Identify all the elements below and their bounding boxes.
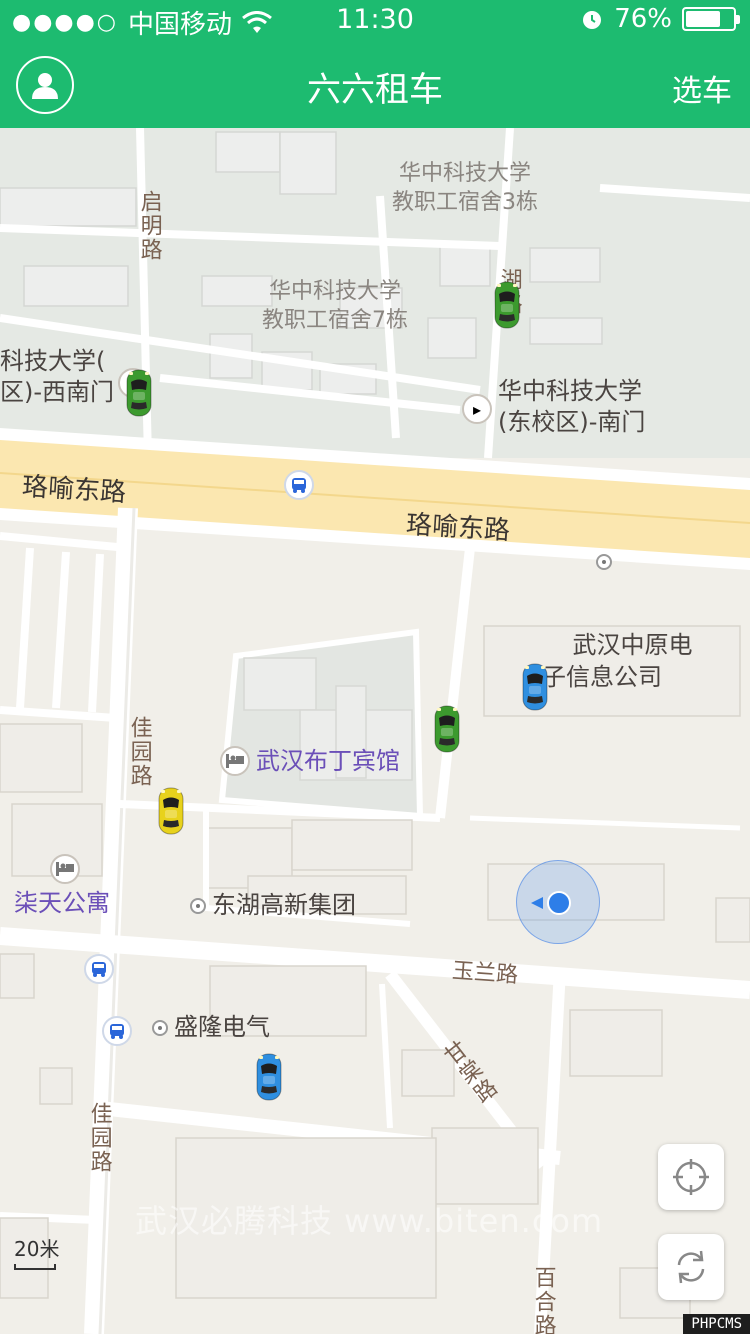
poi-zhongyuan: 武汉中原电 子信息公司: [542, 554, 693, 724]
location-dot-icon: [547, 891, 571, 915]
poi-shenglong: 盛隆电气: [152, 1012, 270, 1043]
crosshair-icon: [673, 1159, 709, 1195]
poi-zhongyuan-text: 武汉中原电 子信息公司: [542, 631, 693, 691]
poi-south-gate: 华中科技大学 (东校区)-南门: [498, 377, 646, 437]
car-marker[interactable]: [492, 280, 522, 330]
map-view[interactable]: 启明路 湖路 珞喻东路 珞喻东路 佳园路 佳园路 玉兰路 甘棠路 百合路 华中科…: [0, 128, 750, 1334]
poi-dorm-7: 华中科技大学 教职工宿舍7栋: [262, 279, 408, 333]
car-marker[interactable]: [432, 704, 462, 754]
bus-stop-icon[interactable]: [284, 470, 314, 500]
poi-west-gate: 科技大学( 区)-西南门: [0, 347, 115, 407]
poi-shenglong-text: 盛隆电气: [174, 1013, 270, 1041]
road-label-yulan: 玉兰路: [451, 958, 519, 989]
poi-donghu-text: 东湖高新集团: [212, 891, 356, 919]
poi-dot-icon: [152, 1020, 168, 1036]
select-car-button[interactable]: 选车: [672, 66, 732, 110]
hotel-icon[interactable]: [50, 854, 80, 884]
nav-bar: 六六租车 选车: [0, 40, 750, 128]
car-marker[interactable]: [124, 368, 154, 418]
poi-dot-icon: [596, 554, 612, 570]
status-bar: ●●●●○ 中国移动 11:30 76%: [0, 0, 750, 40]
car-marker[interactable]: [520, 662, 550, 712]
poi-donghu: 东湖高新集团: [190, 890, 356, 921]
poi-apartment: 柒天公寓: [14, 889, 110, 917]
scale-bar: [14, 1264, 56, 1270]
battery-icon: [682, 7, 740, 31]
road-label-baihe: 百合路: [530, 1266, 556, 1334]
alarm-icon: [583, 11, 602, 29]
corner-tag: PHPCMS: [683, 1314, 750, 1334]
poi-dot-icon: [190, 898, 206, 914]
refresh-button[interactable]: [658, 1234, 724, 1300]
current-location-marker: [516, 860, 600, 944]
road-label-jiayuan-top: 佳园路: [126, 716, 152, 788]
scale-label: 20米: [14, 1237, 60, 1261]
road-label-jiayuan-bottom: 佳园路: [86, 1102, 112, 1174]
battery-percent: 76%: [614, 4, 672, 34]
poi-hotel: 武汉布丁宾馆: [256, 747, 400, 775]
refresh-icon: [677, 1250, 705, 1284]
locate-me-button[interactable]: [658, 1144, 724, 1210]
poi-dorm-3: 华中科技大学 教职工宿舍3栋: [392, 161, 538, 215]
page-title: 六六租车: [307, 70, 443, 110]
heading-arrow-icon: [531, 897, 543, 909]
car-marker[interactable]: [156, 786, 186, 836]
road-label-luoyu-west: 珞喻东路: [21, 471, 127, 509]
car-marker[interactable]: [254, 1052, 284, 1102]
watermark: 武汉必腾科技 www.biten.com: [135, 1202, 604, 1240]
gate-icon[interactable]: ▸: [462, 394, 492, 424]
hotel-icon[interactable]: [220, 746, 250, 776]
map-scale: 20米: [14, 1233, 59, 1270]
road-label-qiming: 启明路: [136, 190, 162, 262]
road-label-luoyu-east: 珞喻东路: [405, 509, 511, 547]
bus-stop-icon[interactable]: [84, 954, 114, 984]
bus-stop-icon[interactable]: [102, 1016, 132, 1046]
